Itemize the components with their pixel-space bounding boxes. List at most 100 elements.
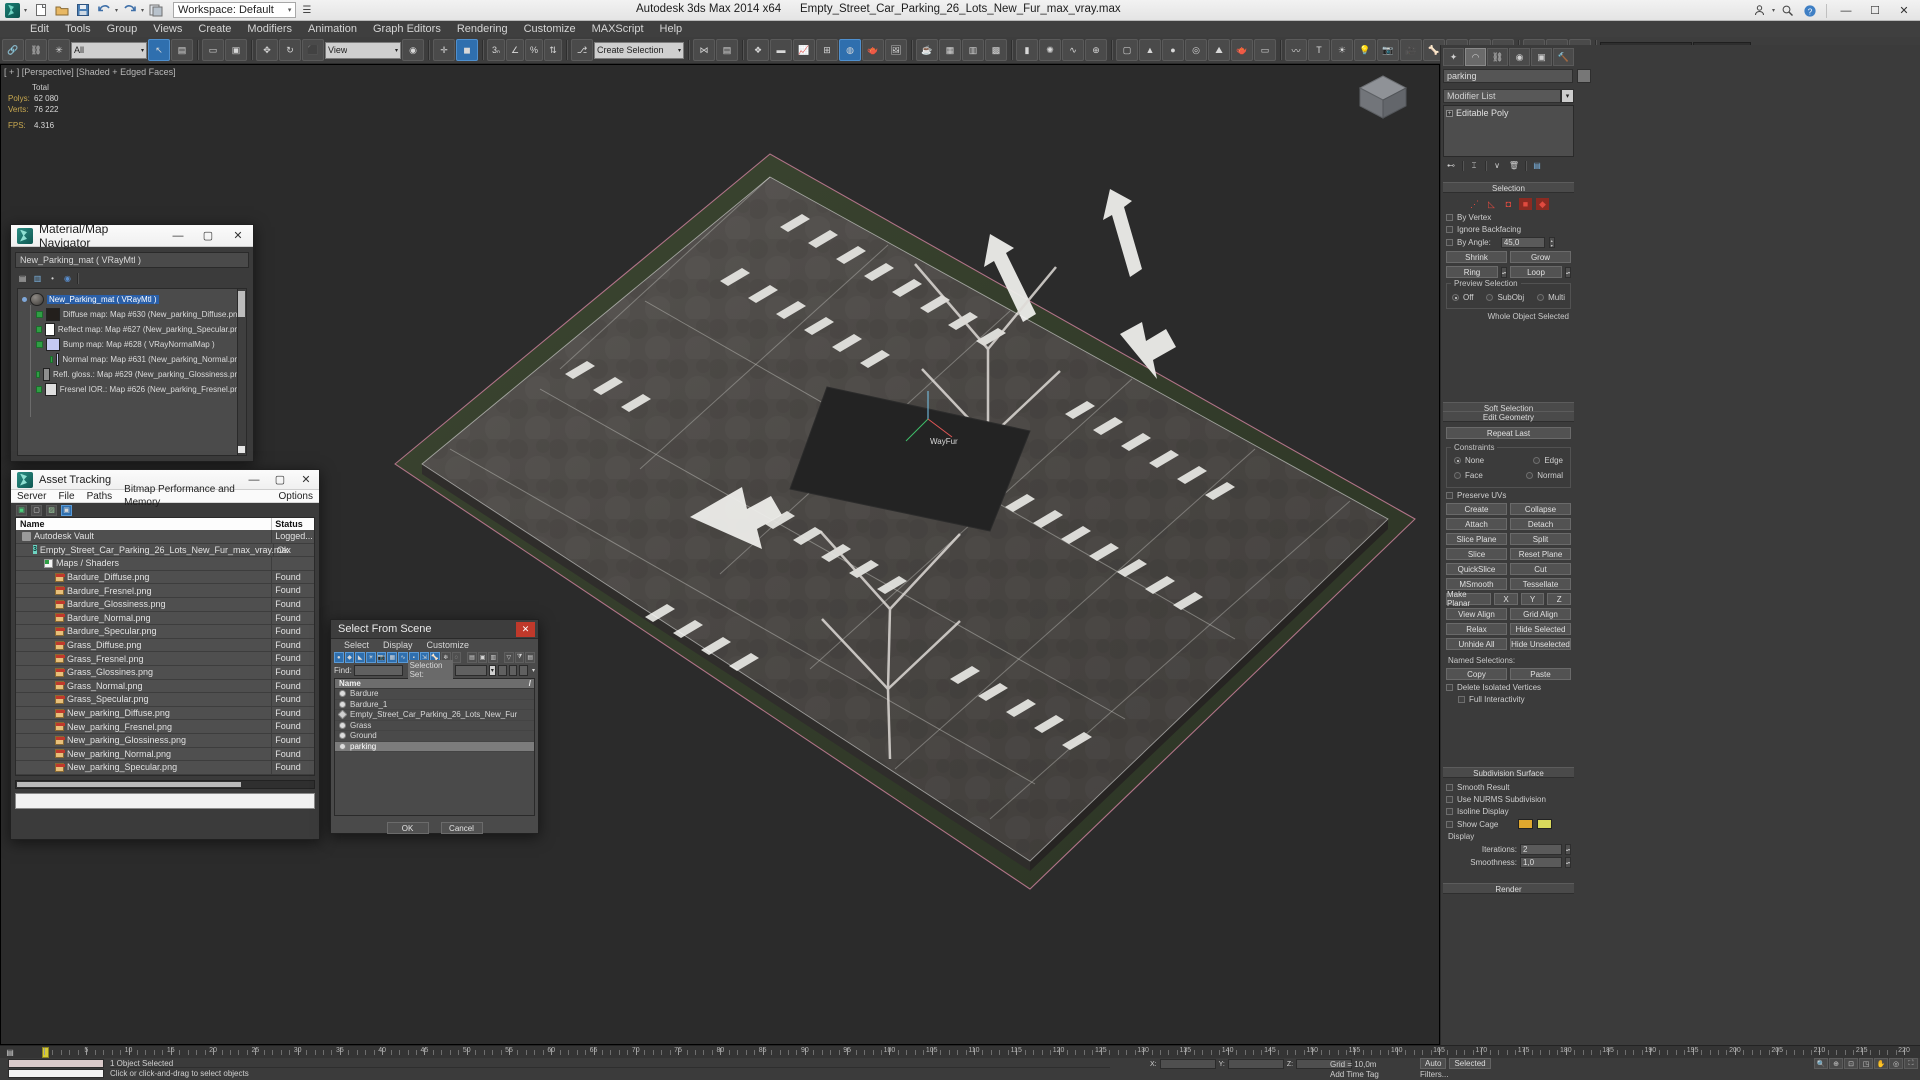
table-row[interactable]: Grass_Fresnel.png Found (16, 652, 314, 666)
checkbox-show-cage[interactable]: Show Cage (1446, 819, 1571, 829)
render-production-icon[interactable]: ☕ (916, 39, 938, 61)
menu-item-customize[interactable]: Customize (420, 639, 477, 651)
display-l ights-icon[interactable]: ☀ (366, 652, 376, 663)
view-align-button[interactable]: View Align (1446, 608, 1507, 620)
small-icons-icon[interactable]: • (47, 273, 58, 284)
display-space-warps-icon[interactable]: ∿ (398, 652, 408, 663)
sort-alphabetical-icon[interactable]: ▤ (467, 652, 477, 663)
menu-item-create[interactable]: Create (190, 21, 239, 37)
radio-icon[interactable] (1533, 457, 1541, 464)
table-row[interactable]: Bardure_Normal.png Found (16, 611, 314, 626)
menu-item-graph-editors[interactable]: Graph Editors (365, 21, 449, 37)
make-planar-button[interactable]: Make Planar (1446, 590, 1492, 608)
create-selection-set-icon[interactable] (497, 664, 507, 676)
select-and-move-icon[interactable]: ✥ (256, 39, 278, 61)
render-iterative-icon[interactable]: ▦ (939, 39, 961, 61)
menu-item-select[interactable]: Select (337, 639, 376, 651)
menu-item-group[interactable]: Group (99, 21, 146, 37)
viewcube-icon[interactable] (1354, 72, 1412, 124)
check-out-icon[interactable]: ▢ (31, 504, 42, 516)
spinner-icon[interactable]: ▴▾ (1565, 857, 1571, 868)
table-row[interactable]: New_parking_Glossiness.png Found (16, 733, 314, 748)
constraint-none[interactable]: None (1454, 456, 1484, 465)
select-and-scale-icon[interactable]: ⬛ (302, 39, 324, 61)
msmooth-button[interactable]: MSmooth (1446, 578, 1507, 590)
paste-button[interactable]: Paste (1510, 668, 1571, 680)
particle-icon[interactable]: ✺ (1039, 39, 1061, 61)
checkbox-icon[interactable] (1446, 684, 1453, 691)
menu-item-file[interactable]: File (52, 490, 80, 503)
check-in-icon[interactable]: ▣ (16, 504, 27, 516)
checkbox-delete-isolated-vertices[interactable]: Delete Isolated Vertices (1446, 683, 1571, 692)
checkbox-icon[interactable] (1446, 796, 1453, 803)
find-input[interactable] (353, 664, 403, 676)
reference-coordinate-select[interactable]: View ▾ (325, 41, 401, 59)
hide-unselected-button[interactable]: Hide Unselected (1510, 638, 1571, 650)
hide-selected-button[interactable]: Hide Selected (1510, 623, 1571, 635)
checkbox-by-vertex[interactable]: By Vertex (1446, 213, 1571, 222)
list-item[interactable]: Empty_Street_Car_Parking_26_Lots_New_Fur (335, 709, 534, 721)
scrollbar-thumb[interactable] (238, 291, 245, 317)
curve-editor-icon[interactable]: 📈 (793, 39, 815, 61)
list-item[interactable]: parking (335, 741, 534, 752)
map-swatch[interactable] (44, 323, 55, 336)
rollout-edit-geometry-header[interactable]: Edit Geometry (1443, 411, 1574, 422)
checkbox-full-interactivity[interactable]: Full Interactivity (1446, 695, 1571, 704)
scene-object-list[interactable]: Name / Bardure Bardure_1 Empty_Street_Car_… (334, 678, 535, 816)
search-help-icon[interactable] (1776, 2, 1798, 20)
sort-by-type-icon[interactable]: ▣ (477, 652, 488, 663)
tree-node-normal[interactable]: Normal map: Map #631 (New_parking_Normal… (18, 352, 246, 367)
bind-space-warp-icon[interactable]: ✳ (48, 39, 70, 61)
cage-color-swatch-2[interactable] (1537, 819, 1553, 829)
make-planar-x-button[interactable]: X (1494, 593, 1518, 605)
key-filters-button[interactable]: Filters... (1420, 1070, 1448, 1079)
radio-icon[interactable] (1486, 294, 1494, 301)
sign-in-caret-icon[interactable]: ▾ (1772, 7, 1775, 14)
save-file-icon[interactable] (73, 2, 92, 19)
menu-item-animation[interactable]: Animation (300, 21, 365, 37)
cancel-button[interactable]: Cancel (440, 822, 483, 834)
checkbox-icon[interactable] (1446, 820, 1453, 828)
list-item[interactable]: Grass (335, 721, 534, 731)
use-pivot-center-icon[interactable]: ◉ (402, 39, 424, 61)
viewport-label[interactable]: [ + ] [Perspective] [Shaded + Edged Face… (4, 67, 176, 77)
display-hidden-icon[interactable]: ◌ (451, 652, 462, 663)
modifier-stack-item-editable-poly[interactable]: + Editable Poly (1446, 108, 1571, 118)
make-planar-y-button[interactable]: Y (1520, 593, 1545, 605)
zoom-icon[interactable]: 🔍 (1814, 1058, 1828, 1069)
iterations-value[interactable]: 2 (1520, 844, 1562, 855)
chevron-down-icon[interactable]: ▾ (1561, 89, 1574, 103)
menu-item-bitmap-performance[interactable]: Bitmap Performance and Memory (118, 483, 272, 509)
tessellate-button[interactable]: Tessellate (1510, 578, 1571, 590)
target-light-icon[interactable]: ☀ (1331, 39, 1353, 61)
remove-modifier-icon[interactable]: 🗑 (1508, 160, 1520, 171)
max-logo-icon[interactable] (3, 2, 22, 19)
map-swatch[interactable] (46, 308, 60, 321)
table-row[interactable]: Grass_Specular.png Found (16, 693, 314, 707)
list-header-name[interactable]: Name / (335, 679, 534, 689)
render-frame-icon[interactable]: ▩ (985, 39, 1007, 61)
display-all-icon[interactable]: ● (334, 652, 344, 663)
element-icon[interactable]: ◆ (1536, 198, 1549, 210)
zoom-all-icon[interactable]: ⊕ (1829, 1058, 1843, 1069)
split-checkbox-button[interactable]: Split (1510, 533, 1571, 545)
filter-icon[interactable]: ▽ (504, 652, 514, 663)
border-icon[interactable]: ◘ (1502, 198, 1515, 210)
free-camera-icon[interactable]: 📷 (1377, 39, 1399, 61)
table-row[interactable]: Grass_Diffuse.png Found (16, 638, 314, 653)
grid-align-button[interactable]: Grid Align (1510, 608, 1571, 620)
delete-selection-set-icon[interactable] (519, 664, 528, 676)
cone-primitive-icon[interactable]: ▲ (1139, 39, 1161, 61)
coord-x-field[interactable] (1159, 1059, 1216, 1069)
list-item[interactable]: Bardure_1 (335, 700, 534, 710)
table-row[interactable]: New_parking_Specular.png Found (16, 761, 314, 775)
minimize-button[interactable]: — (1832, 1, 1860, 21)
radio-subobj[interactable]: SubObj (1486, 293, 1524, 302)
teapot-primitive-icon[interactable]: 🫖 (1231, 39, 1253, 61)
maximize-button[interactable]: ☐ (1861, 1, 1889, 21)
filter-clear-icon[interactable]: ⧩ (514, 652, 525, 663)
sort-by-size-icon[interactable]: ▥ (488, 652, 499, 663)
checkbox-use-nurms[interactable]: Use NURMS Subdivision (1446, 795, 1571, 804)
map-swatch[interactable] (45, 383, 57, 396)
radio-off[interactable]: Off (1452, 293, 1474, 302)
